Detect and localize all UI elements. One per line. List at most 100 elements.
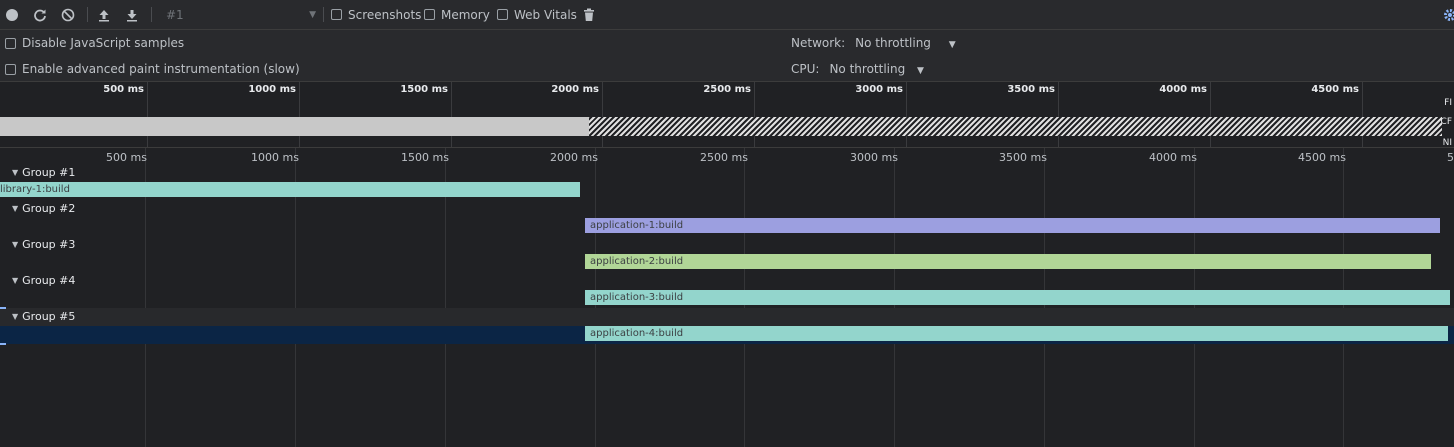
task-label: library-1:build: [0, 184, 70, 195]
group-label: Group #5: [22, 310, 76, 323]
clear-button[interactable]: [61, 0, 75, 29]
ruler-tick-label: 1000 ms: [251, 151, 299, 164]
profile-select[interactable]: #1 ▼: [158, 0, 318, 29]
memory-label: Memory: [441, 7, 490, 22]
toolbar-separator: [151, 7, 152, 22]
reload-icon: [34, 9, 46, 21]
ruler-tick-label: 4000 ms: [1149, 151, 1197, 164]
checkbox-box[interactable]: [331, 9, 342, 20]
reload-record-button[interactable]: [33, 0, 47, 29]
garbage-collect-button[interactable]: [583, 0, 595, 29]
task-label: application-2:build: [590, 256, 684, 267]
ruler-tick-label: 5: [1447, 151, 1454, 164]
overview-tick-label: 4000 ms: [1159, 84, 1207, 95]
disable-js-samples-label: Disable JavaScript samples: [22, 36, 185, 50]
overview-tick-label: 1500 ms: [400, 84, 448, 95]
trash-icon: [584, 8, 594, 21]
checkbox-box[interactable]: [424, 9, 435, 20]
checkbox-box[interactable]: [497, 9, 508, 20]
group-header[interactable]: ▼ Group #1: [12, 166, 75, 179]
ruler-tick-label: 3000 ms: [850, 151, 898, 164]
overview-tick: 3500 ms: [907, 82, 1059, 147]
overview-tick-label: 2500 ms: [703, 84, 751, 95]
gear-icon: [1444, 8, 1454, 21]
advanced-paint-checkbox[interactable]: Enable advanced paint instrumentation (s…: [5, 62, 300, 76]
expand-triangle-icon[interactable]: ▼: [12, 204, 18, 213]
task-bar[interactable]: application-3:build: [585, 290, 1450, 305]
group-header-highlight: [0, 308, 1454, 326]
overview-tick: 4000 ms: [1059, 82, 1211, 147]
screenshots-checkbox[interactable]: Screenshots: [331, 0, 421, 29]
upload-icon: [99, 9, 109, 21]
record-icon: [6, 8, 18, 21]
group-header[interactable]: ▼ Group #2: [12, 202, 75, 215]
group-header[interactable]: ▼ Group #4: [12, 274, 75, 287]
cpu-throttling-value: No throttling: [829, 62, 906, 76]
settings-button[interactable]: [1443, 0, 1454, 29]
ruler-tick-label: 500 ms: [106, 151, 147, 164]
task-label: application-3:build: [590, 292, 684, 303]
selection-marker: [0, 307, 6, 309]
network-throttling-select[interactable]: No throttling ▼: [855, 36, 956, 50]
overview-tick: 3000 ms: [755, 82, 907, 147]
overview-tick-label: 500 ms: [103, 84, 144, 95]
cpu-throttling-select[interactable]: No throttling ▼: [829, 62, 924, 76]
checkbox-box[interactable]: [5, 63, 16, 75]
flame-chart[interactable]: 500 ms 1000 ms 1500 ms 2000 ms 2500 ms 3…: [0, 148, 1454, 447]
network-throttling-value: No throttling: [855, 36, 931, 50]
save-profile-button[interactable]: [125, 0, 139, 29]
overview-tick-label: 4500 ms: [1311, 84, 1359, 95]
ruler-tick-label: 2000 ms: [550, 151, 598, 164]
overview-cpu-label: CF: [1440, 117, 1452, 127]
block-icon: [61, 8, 75, 21]
profile-select-value: #1: [166, 7, 184, 22]
screenshots-label: Screenshots: [348, 7, 422, 22]
ruler-tick-label: 1500 ms: [401, 151, 449, 164]
overview-fps-label: FI: [1444, 98, 1452, 108]
load-profile-button[interactable]: [97, 0, 111, 29]
overview-idle-hatch: [589, 117, 1442, 136]
toolbar: #1 ▼ Screenshots Memory Web Vitals: [0, 0, 1454, 30]
selection-marker: [0, 343, 6, 345]
timeline-overview[interactable]: 500 ms 1000 ms 1500 ms 2000 ms 2500 ms 3…: [0, 82, 1454, 148]
overview-tick-label: 1000 ms: [248, 84, 296, 95]
group-label: Group #1: [22, 166, 76, 179]
overview-tick-label: 2000 ms: [551, 84, 599, 95]
record-button[interactable]: [6, 0, 18, 29]
memory-checkbox[interactable]: Memory: [424, 0, 490, 29]
ruler-tick-label: 2500 ms: [700, 151, 748, 164]
expand-triangle-icon[interactable]: ▼: [12, 168, 18, 177]
task-bar[interactable]: application-4:build: [585, 326, 1448, 341]
overview-tick: 1000 ms: [148, 82, 300, 147]
overview-tick: 500 ms: [0, 82, 148, 147]
cpu-throttling: CPU: No throttling ▼: [791, 62, 924, 76]
task-label: application-1:build: [590, 220, 684, 231]
expand-triangle-icon[interactable]: ▼: [12, 276, 18, 285]
task-bar[interactable]: application-2:build: [585, 254, 1431, 269]
group-label: Group #3: [22, 238, 76, 251]
task-bar[interactable]: application-1:build: [585, 218, 1440, 233]
task-bar[interactable]: library-1:build: [0, 182, 580, 197]
overview-tick: 4500 ms: [1211, 82, 1363, 147]
disable-js-samples-checkbox[interactable]: Disable JavaScript samples: [5, 36, 184, 50]
group-header[interactable]: ▼ Group #5: [12, 310, 75, 323]
group-header[interactable]: ▼ Group #3: [12, 238, 75, 251]
overview-tick: 2000 ms: [452, 82, 603, 147]
ruler-tick-label: 4500 ms: [1298, 151, 1346, 164]
ruler-tick-label: 3500 ms: [999, 151, 1047, 164]
toolbar-separator: [323, 7, 324, 22]
checkbox-box[interactable]: [5, 37, 16, 49]
capture-settings-pane: Disable JavaScript samples Enable advanc…: [0, 30, 1454, 82]
overview-tick: 2500 ms: [603, 82, 755, 147]
expand-triangle-icon[interactable]: ▼: [12, 240, 18, 249]
toolbar-separator: [87, 7, 88, 22]
webvitals-checkbox[interactable]: Web Vitals: [497, 0, 577, 29]
overview-cpu-bar: [0, 117, 589, 136]
overview-tick-label: 3000 ms: [855, 84, 903, 95]
chevron-down-icon: ▼: [309, 9, 316, 20]
chevron-down-icon: ▼: [917, 66, 924, 76]
expand-triangle-icon[interactable]: ▼: [12, 312, 18, 321]
network-throttling: Network: No throttling ▼: [791, 36, 956, 50]
webvitals-label: Web Vitals: [514, 7, 577, 22]
network-label: Network:: [791, 36, 846, 50]
